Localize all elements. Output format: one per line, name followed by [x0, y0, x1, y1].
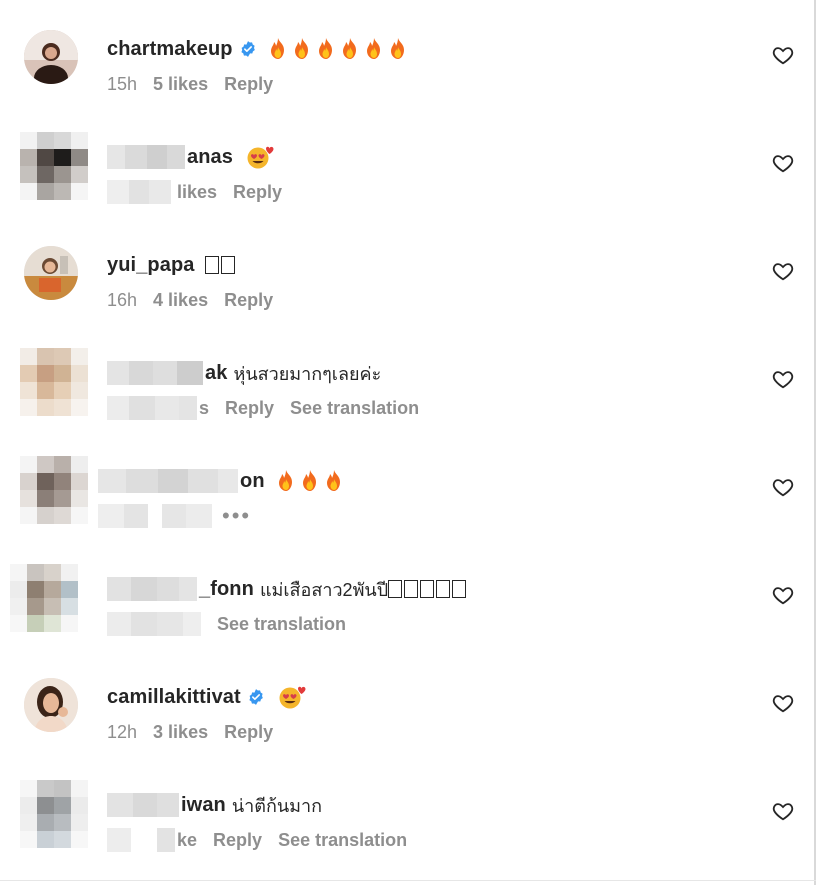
missing-glyph-box: [220, 256, 235, 274]
avatar[interactable]: [24, 30, 78, 84]
fire-emoji: [302, 470, 316, 491]
fire-emoji: [270, 38, 284, 59]
likes-count[interactable]: s: [199, 398, 209, 419]
fire-emoji: [366, 38, 380, 59]
heart-outline-icon[interactable]: [772, 692, 794, 714]
likes-count[interactable]: 3 likes: [153, 722, 208, 743]
see-translation-link[interactable]: See translation: [290, 398, 419, 419]
comment-text: น่าตีก้นมาก: [231, 795, 323, 816]
heart-outline-icon[interactable]: [772, 584, 794, 606]
fire-emoji: [278, 470, 292, 491]
comment-timestamp[interactable]: 16h: [107, 290, 137, 311]
blurred-username: [107, 361, 203, 385]
blurred-username: [107, 577, 197, 601]
likes-count[interactable]: ke: [177, 830, 197, 851]
comment-text: [275, 685, 311, 709]
comment-item: _fonn แม่เสือสาว2พันปี See translation: [0, 540, 816, 648]
heart-outline-icon[interactable]: [772, 152, 794, 174]
avatar[interactable]: [24, 246, 78, 300]
heart-eyes-emoji: [279, 686, 306, 709]
see-translation-link[interactable]: See translation: [278, 830, 407, 851]
comment-item: camillakittivat 12h 3 likes Reply: [0, 648, 816, 756]
more-options-button[interactable]: •••: [222, 505, 251, 527]
avatar[interactable]: [20, 132, 88, 200]
username[interactable]: camillakittivat: [107, 686, 241, 709]
username[interactable]: _fonn: [199, 578, 254, 601]
comment-text: [267, 37, 411, 61]
reply-button[interactable]: Reply: [224, 74, 273, 95]
reply-button[interactable]: Reply: [233, 182, 282, 203]
username[interactable]: ak: [205, 362, 227, 385]
avatar[interactable]: [20, 456, 88, 524]
fire-emoji: [326, 470, 340, 491]
username[interactable]: on: [240, 470, 265, 493]
reply-button[interactable]: Reply: [213, 830, 262, 851]
comment-item: on •••: [0, 432, 816, 540]
blurred-meta: [107, 180, 171, 204]
missing-glyph-box: [420, 580, 435, 598]
fire-emoji: [318, 38, 332, 59]
likes-count[interactable]: likes: [177, 182, 217, 203]
heart-outline-icon[interactable]: [772, 260, 794, 282]
comment-text: [243, 145, 279, 169]
see-translation-link[interactable]: See translation: [217, 614, 346, 635]
avatar[interactable]: [20, 780, 88, 848]
comment-timestamp[interactable]: 12h: [107, 722, 137, 743]
fire-emoji: [390, 38, 404, 59]
likes-count[interactable]: 5 likes: [153, 74, 208, 95]
fire-emoji: [294, 38, 308, 59]
comment-text-body: แม่เสือสาว2พันปี: [259, 579, 389, 600]
blurred-username: [107, 793, 179, 817]
blurred-meta: [98, 504, 212, 528]
missing-glyph-box: [388, 580, 403, 598]
username[interactable]: chartmakeup: [107, 38, 233, 61]
heart-outline-icon[interactable]: [772, 800, 794, 822]
comment-text: หุ่นสวยมากๆเลยค่ะ: [233, 363, 382, 384]
missing-glyph-box: [204, 256, 219, 274]
comment-timestamp[interactable]: 15h: [107, 74, 137, 95]
bottom-divider: [0, 880, 816, 881]
heart-outline-icon[interactable]: [772, 368, 794, 390]
comments-panel: chartmakeup 15h 5 likes Reply anas likes…: [0, 0, 816, 885]
blurred-username: [98, 469, 238, 493]
heart-outline-icon[interactable]: [772, 476, 794, 498]
verified-badge-icon: [240, 41, 255, 57]
username[interactable]: iwan: [181, 794, 226, 817]
verified-badge-icon: [249, 689, 263, 705]
blurred-meta: [107, 396, 197, 420]
comment-item: anas likes Reply: [0, 108, 816, 216]
comment-item: iwan น่าตีก้นมาก ke Reply See translatio…: [0, 756, 816, 864]
username[interactable]: yui_papa: [107, 254, 195, 277]
avatar[interactable]: [24, 678, 78, 732]
comment-item: ak หุ่นสวยมากๆเลยค่ะ s Reply See transla…: [0, 324, 816, 432]
blurred-username: [107, 145, 185, 169]
avatar[interactable]: [10, 564, 78, 632]
comment-item: chartmakeup 15h 5 likes Reply: [0, 0, 816, 108]
avatar[interactable]: [20, 348, 88, 416]
missing-glyph-box: [404, 580, 419, 598]
comment-text: [204, 256, 237, 274]
reply-button[interactable]: Reply: [224, 290, 273, 311]
blurred-meta: [107, 828, 175, 852]
blurred-meta: [107, 612, 201, 636]
comment-text: [275, 469, 347, 493]
comment-text: แม่เสือสาว2พันปี: [260, 575, 468, 604]
reply-button[interactable]: Reply: [224, 722, 273, 743]
missing-glyph-box: [436, 580, 451, 598]
heart-outline-icon[interactable]: [772, 44, 794, 66]
reply-button[interactable]: Reply: [225, 398, 274, 419]
comment-item: yui_papa 16h 4 likes Reply: [0, 216, 816, 324]
likes-count[interactable]: 4 likes: [153, 290, 208, 311]
fire-emoji: [342, 38, 356, 59]
username[interactable]: anas: [187, 146, 233, 169]
missing-glyph-box: [452, 580, 467, 598]
heart-eyes-emoji: [247, 146, 274, 169]
